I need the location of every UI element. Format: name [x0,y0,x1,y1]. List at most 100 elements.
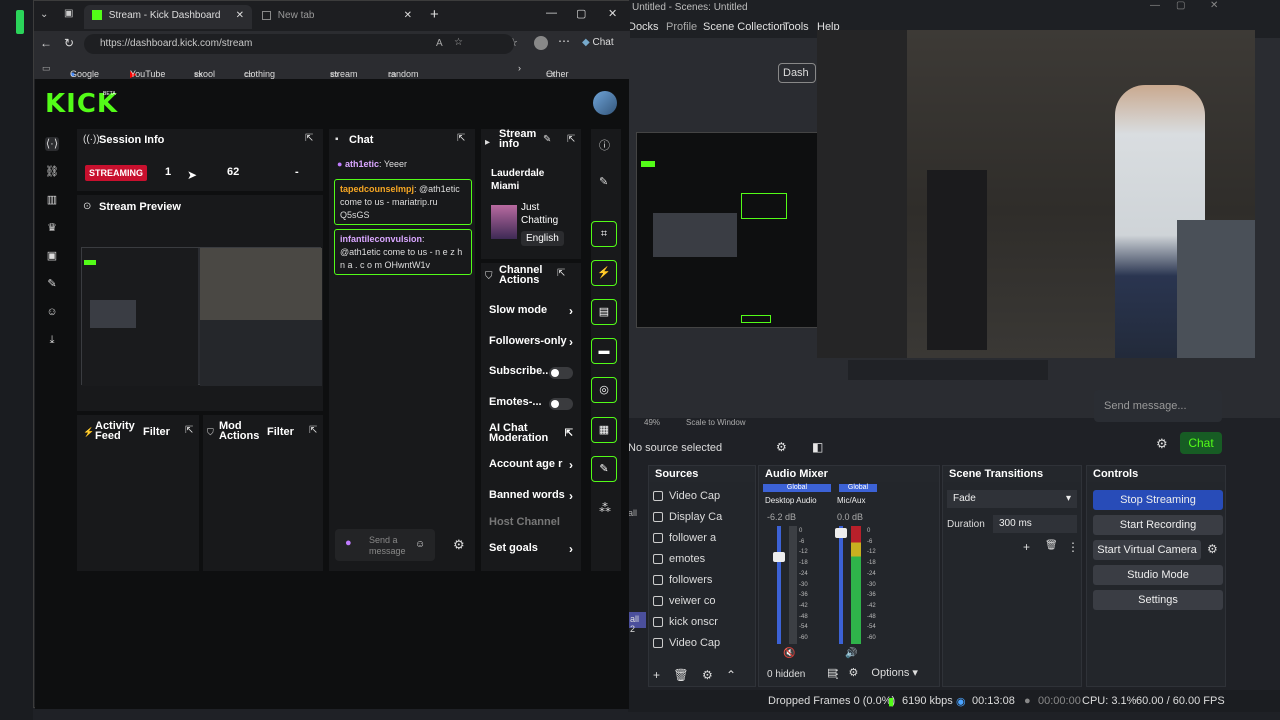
slow-mode-row[interactable]: Slow mode › [489,304,573,320]
pencil-icon[interactable]: ✎ [599,175,608,188]
read-aloud-icon[interactable]: A [436,38,443,49]
source-item[interactable]: veiwer co [653,591,761,611]
properties-gear-icon[interactable]: ⚙ [702,668,713,682]
users-icon[interactable]: ☺ [45,305,59,319]
tab-kick-dashboard[interactable]: Stream - Kick Dashboard ✕ [84,5,252,29]
dashboard-button[interactable]: Dash [778,63,816,83]
source-item[interactable]: Video Cap [653,486,761,506]
bookmarks-chevron-icon[interactable]: › [518,63,521,73]
minimize-icon[interactable]: — [546,7,557,19]
options-control[interactable]: ▤ ⚙ Options ▾ [827,666,927,679]
raid-icon[interactable]: ◎ [591,377,617,403]
more-icon[interactable]: ⋯ [558,34,570,48]
wrench-icon[interactable]: ✎ [591,456,617,482]
edit-icon[interactable]: ✎ [543,134,551,145]
menu-profile[interactable]: Profile [666,21,697,33]
expand-icon[interactable]: ⇱ [457,134,467,144]
ch1-name[interactable]: Desktop Audio [765,496,817,505]
banned-words-row[interactable]: Banned words › [489,489,573,505]
stop-streaming-button[interactable]: Stop Streaming [1093,490,1223,510]
expand-icon[interactable]: ⇱ [309,426,319,436]
followers-only-row[interactable]: Followers-only › [489,335,573,351]
new-tab-icon[interactable]: + [430,6,439,23]
move-up-icon[interactable]: ⌃ [726,668,736,682]
clip-icon[interactable]: ⌗ [591,221,617,247]
close-icon[interactable]: ✕ [608,7,617,20]
emotes-toggle[interactable] [549,398,573,410]
copilot-chat-button[interactable]: ◆ Chat [582,37,614,48]
transition-add-icon[interactable]: + [1023,540,1030,554]
chat-username[interactable]: ath1etic [345,159,379,169]
lightning-icon[interactable]: ⚡ [591,260,617,286]
start-virtual-camera-button[interactable]: Start Virtual Camera [1093,540,1201,560]
integrations-icon[interactable]: ⁂ [599,501,611,515]
studio-mode-button[interactable]: Studio Mode [1093,565,1223,585]
activity-filter[interactable]: Filter [143,426,170,438]
obs-chat-button[interactable]: Chat [1180,432,1222,454]
set-goals-row[interactable]: Set goals › [489,542,573,558]
ch2-fader-track[interactable] [839,526,843,644]
bookmarks-icon[interactable]: ▭ [42,63,51,74]
source-item[interactable]: followers [653,570,761,590]
video-icon[interactable]: ▣ [45,249,59,263]
trash-icon[interactable]: 🗑 [673,668,688,682]
star-icon[interactable]: ☆ [454,37,463,48]
ch1-fader-track[interactable] [777,526,781,644]
gear-icon[interactable]: ⚙ [1156,436,1170,451]
category-name[interactable]: Just Chatting [521,201,579,227]
chat-bubble-icon[interactable]: ▬ [591,338,617,364]
stream-preview-video[interactable] [81,247,322,386]
transition-trash-icon[interactable]: 🗑 [1045,540,1058,551]
analytics-icon[interactable]: ▥ [45,193,59,207]
workspaces-icon[interactable]: ▣ [64,8,73,19]
source-item[interactable]: emotes [653,549,761,569]
expand-icon[interactable]: ⇱ [567,134,575,145]
transition-select[interactable]: Fade ▾ [947,490,1077,508]
mod-filter[interactable]: Filter [267,426,294,438]
url-input[interactable]: https://dashboard.kick.com/stream [84,34,514,54]
expand-icon[interactable]: ⇱ [305,134,315,144]
tab-new-tab[interactable]: New tab ✕ [254,5,418,29]
menu-docks[interactable]: Docks [628,21,659,33]
account-age-row[interactable]: Account age r › [489,458,573,474]
source-item[interactable]: Video Cap [653,633,761,653]
trophy-icon[interactable]: ♛ [45,221,59,235]
maximize-icon[interactable]: ▢ [576,7,586,20]
duration-input[interactable]: 300 ms [993,515,1077,533]
subscribers-toggle[interactable] [549,367,573,379]
link-icon[interactable]: ⛓ [45,165,59,179]
back-icon[interactable]: ← [40,36,52,50]
source-item[interactable]: Display Ca [653,507,761,527]
scene-fragment-selected[interactable]: all 2 [628,612,646,634]
avatar[interactable] [593,91,617,115]
profile-icon[interactable] [534,36,548,50]
settings-button[interactable]: Settings [1093,590,1223,610]
chat-settings-icon[interactable]: ⚙ [453,537,465,553]
expand-icon[interactable]: ⇱ [557,268,565,279]
wrench-icon[interactable]: ✎ [45,277,59,291]
document-icon[interactable]: ▤ [591,299,617,325]
subscribers-row[interactable]: Subscribe... [489,365,573,381]
tab-close-icon[interactable]: ✕ [404,10,412,21]
close-icon[interactable]: ✕ [1210,0,1218,11]
refresh-icon[interactable]: ↻ [64,36,74,50]
filter-list-icon[interactable]: ▤ [827,667,837,679]
source-gear-icon[interactable]: ⚙ [776,440,787,454]
ch1-fader-handle[interactable] [773,552,785,562]
mic-icon[interactable]: ● [345,537,352,549]
emotes-row[interactable]: Emotes-... [489,396,573,412]
chat-username[interactable]: infantileconvulsion [340,234,422,244]
scale-label[interactable]: Scale to Window [686,418,746,427]
emoji-icon[interactable]: ☺ [415,539,425,550]
preview-zoom[interactable]: 49% [644,418,660,427]
menu-scene-collection[interactable]: Scene Collection [703,21,786,33]
ai-moderation-row[interactable]: AI Chat Moderation ⇱ [489,423,573,447]
stream-nav-icon[interactable]: ⟨·⟩ [45,137,59,151]
filters-icon[interactable]: ◧ [812,440,823,454]
virtual-camera-gear-icon[interactable]: ⚙ [1207,542,1218,556]
tab-list-icon[interactable]: ⌄ [40,9,48,20]
ch2-speaker-icon[interactable]: 🔊 [845,648,857,659]
host-channel-row[interactable]: Host Channel [489,516,573,532]
menu-tools[interactable]: Tools [783,21,809,33]
ch2-fader-handle[interactable] [835,528,847,538]
